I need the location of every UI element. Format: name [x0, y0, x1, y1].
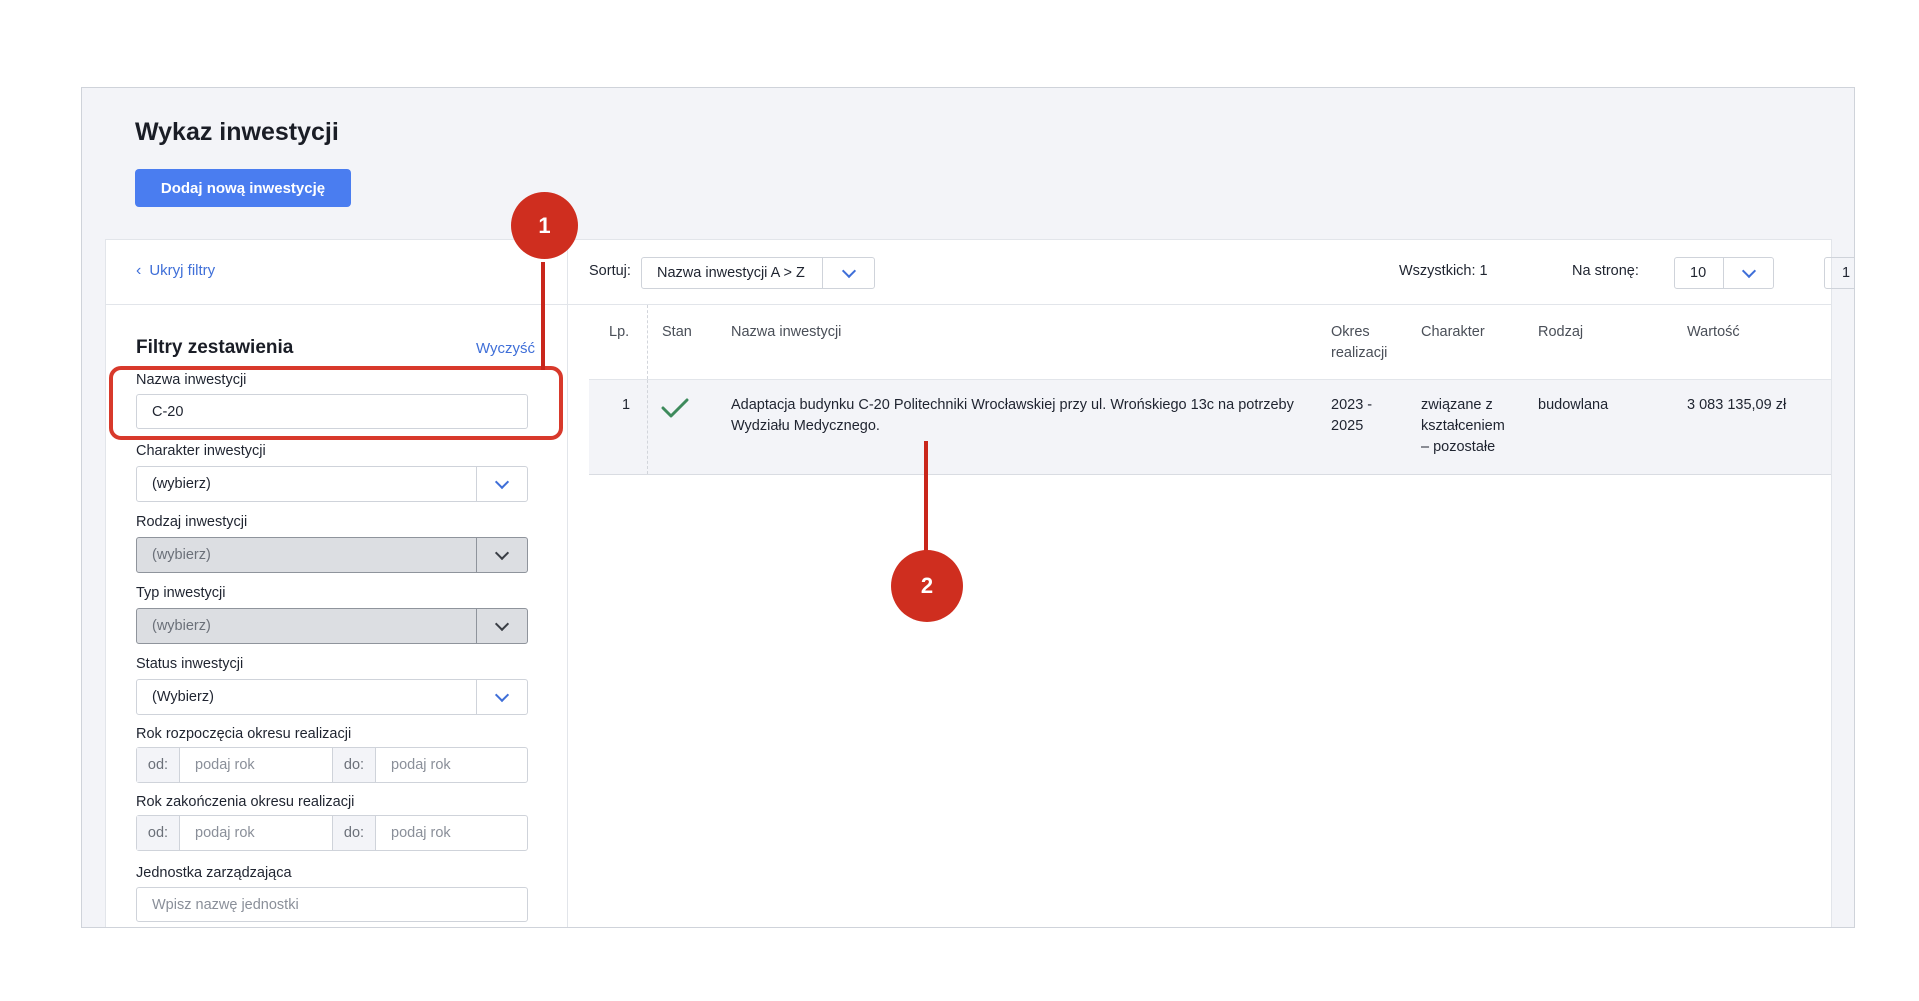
end-year-range: od: podaj rok do: podaj rok: [136, 815, 528, 851]
app-frame: Wykaz inwestycji Dodaj nową inwestycję ‹…: [81, 87, 1855, 928]
cell-okres-line1: 2023 -: [1331, 397, 1373, 413]
clear-filters-link[interactable]: Wyczyść: [476, 340, 535, 357]
sort-value: Nazwa inwestycji A > Z: [657, 265, 805, 281]
status-filter-label: Status inwestycji: [136, 656, 244, 672]
chevron-down-icon: [494, 474, 510, 489]
kind-filter-select[interactable]: (wybierz): [136, 537, 528, 573]
status-filter-value: (Wybierz): [152, 689, 214, 705]
start-year-from-input[interactable]: podaj rok: [180, 748, 333, 782]
annotation-connector-1: [541, 262, 545, 370]
character-filter-select[interactable]: (wybierz): [136, 466, 528, 502]
end-year-from-input[interactable]: podaj rok: [180, 816, 333, 850]
results-toolbar: Sortuj: Nazwa inwestycji A > Z Wszystkic…: [568, 240, 1854, 305]
header-lp: Lp.: [609, 324, 630, 340]
cell-wartosc: 3 083 135,09 zł: [1687, 397, 1787, 413]
cell-name-line1: Adaptacja budynku C-20 Politechniki Wroc…: [731, 397, 1294, 413]
chevron-down-icon: [494, 687, 510, 702]
annotation-connector-2: [924, 441, 928, 553]
cell-charakter: związane z kształceniem – pozostałe: [1421, 395, 1505, 458]
header-okres-line1: Okres: [1331, 324, 1370, 340]
start-year-range: od: podaj rok do: podaj rok: [136, 747, 528, 783]
to-prefix: do:: [333, 816, 376, 850]
column-divider: [647, 380, 648, 474]
column-divider: [647, 305, 648, 379]
start-year-label: Rok rozpoczęcia okresu realizacji: [136, 726, 352, 742]
sort-select[interactable]: Nazwa inwestycji A > Z: [641, 257, 875, 289]
header-okres: Okres realizacji: [1331, 322, 1387, 364]
total-count: Wszystkich: 1: [1399, 263, 1488, 279]
table-header: Lp. Stan Nazwa inwestycji Okres realizac…: [589, 305, 1831, 380]
kind-filter-label: Rodzaj inwestycji: [136, 514, 248, 530]
cell-rodzaj: budowlana: [1538, 397, 1609, 413]
cell-okres: 2023 - 2025: [1331, 395, 1372, 437]
filters-title: Filtry zestawienia: [136, 337, 294, 358]
per-page-select[interactable]: 10: [1674, 257, 1774, 289]
type-filter-value: (wybierz): [152, 618, 211, 634]
filters-sidebar-header: ‹ Ukryj filtry: [106, 240, 567, 305]
hide-filters-label: Ukryj filtry: [149, 262, 216, 279]
chevron-down-icon: [1741, 263, 1756, 278]
dropdown-toggle[interactable]: [822, 258, 874, 288]
dropdown-toggle[interactable]: [476, 680, 527, 714]
annotation-marker-1: 1: [511, 192, 578, 259]
cell-name[interactable]: Adaptacja budynku C-20 Politechniki Wroc…: [731, 395, 1294, 437]
header-rodzaj: Rodzaj: [1538, 324, 1584, 340]
from-prefix: od:: [137, 816, 180, 850]
table-row[interactable]: 1 Adaptacja budynku C-20 Politechniki Wr…: [589, 380, 1831, 475]
annotation-marker-2: 2: [891, 550, 963, 622]
add-investment-button[interactable]: Dodaj nową inwestycję: [135, 169, 351, 207]
end-year-label: Rok zakończenia okresu realizacji: [136, 794, 355, 810]
unit-filter-input[interactable]: Wpisz nazwę jednostki: [136, 887, 528, 922]
per-page-label: Na stronę:: [1572, 263, 1639, 279]
cell-okres-line2: 2025: [1331, 418, 1364, 434]
header-wartosc: Wartość: [1687, 324, 1740, 340]
chevron-down-icon: [494, 545, 510, 560]
cell-name-line2: Wydziału Medycznego.: [731, 418, 880, 434]
cell-charakter-line3: – pozostałe: [1421, 439, 1496, 455]
check-icon: [661, 398, 689, 418]
type-filter-label: Typ inwestycji: [136, 585, 226, 601]
chevron-left-icon: ‹: [136, 261, 142, 279]
cell-charakter-line2: kształceniem: [1421, 418, 1505, 434]
filters-sidebar: ‹ Ukryj filtry Filtry zestawienia Wyczyś…: [106, 240, 568, 927]
to-prefix: do:: [333, 748, 376, 782]
start-year-to-input[interactable]: podaj rok: [376, 748, 527, 782]
status-filter-select[interactable]: (Wybierz): [136, 679, 528, 715]
investments-table: Lp. Stan Nazwa inwestycji Okres realizac…: [589, 305, 1831, 475]
type-filter-select[interactable]: (wybierz): [136, 608, 528, 644]
dropdown-toggle[interactable]: [1723, 258, 1773, 288]
end-year-to-input[interactable]: podaj rok: [376, 816, 527, 850]
dropdown-toggle[interactable]: [476, 609, 527, 643]
chevron-down-icon: [841, 263, 856, 278]
kind-filter-value: (wybierz): [152, 547, 211, 563]
header-charakter: Charakter: [1421, 324, 1485, 340]
dropdown-toggle[interactable]: [476, 538, 527, 572]
character-filter-value: (wybierz): [152, 476, 211, 492]
header-okres-line2: realizacji: [1331, 345, 1388, 361]
annotation-highlight-box: [109, 366, 563, 440]
header-name: Nazwa inwestycji: [731, 324, 842, 340]
results-area: Sortuj: Nazwa inwestycji A > Z Wszystkic…: [568, 240, 1854, 927]
from-prefix: od:: [137, 748, 180, 782]
cell-charakter-line1: związane z: [1421, 397, 1493, 413]
character-filter-label: Charakter inwestycji: [136, 443, 266, 459]
page-number-input[interactable]: 1: [1824, 257, 1854, 289]
cell-lp: 1: [622, 397, 631, 413]
hide-filters-link[interactable]: ‹ Ukryj filtry: [136, 262, 215, 279]
chevron-down-icon: [494, 616, 510, 631]
header-stan: Stan: [662, 324, 692, 340]
page-title: Wykaz inwestycji: [135, 118, 339, 146]
unit-filter-label: Jednostka zarządzająca: [136, 865, 292, 881]
dropdown-toggle[interactable]: [476, 467, 527, 501]
sort-label: Sortuj:: [589, 263, 631, 279]
per-page-value: 10: [1690, 265, 1707, 281]
content-panel: ‹ Ukryj filtry Filtry zestawienia Wyczyś…: [105, 239, 1854, 927]
